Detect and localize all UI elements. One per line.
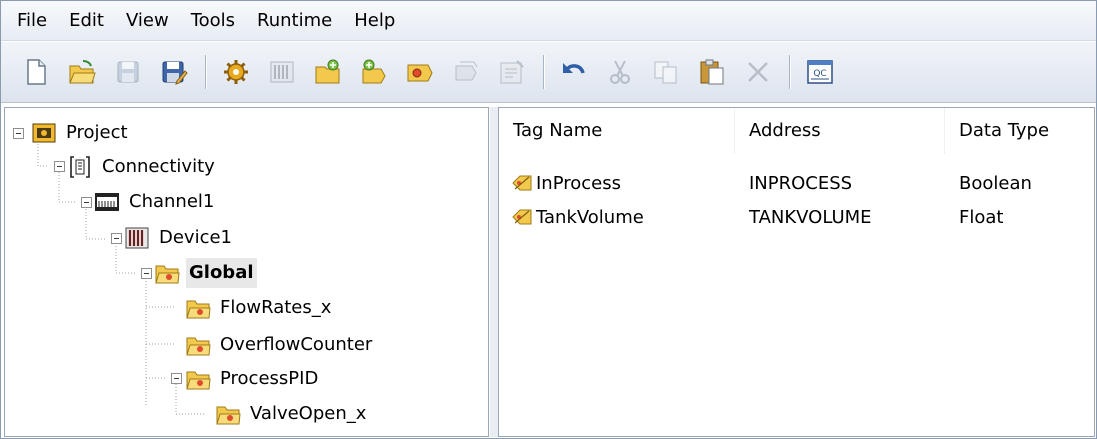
tag-list: Tag Name Address Data Type InProcess INP… [498,107,1095,437]
menu-file[interactable]: File [11,1,58,41]
connectivity-icon [67,154,93,180]
app-window: File Edit View Tools Runtime Help QC Pro… [0,0,1097,439]
properties-button[interactable] [495,55,529,89]
tag-group-folder-icon [185,366,211,392]
channel1-expander[interactable] [81,197,92,208]
tag-name-cell: InProcess [499,173,735,194]
tree-node-label: Global [186,258,257,288]
tree-node-processpid[interactable]: ProcessPID [185,364,321,394]
tree-node-label: Project [66,122,128,143]
quick-client-button[interactable]: QC [803,55,837,89]
menu-edit[interactable]: Edit [58,1,115,41]
table-row[interactable]: InProcess INPROCESS Boolean [499,168,1094,198]
delete-button[interactable] [741,55,775,89]
open-folder-icon [69,60,96,84]
column-header-data-type[interactable]: Data Type [945,108,1094,154]
tree-node-label: Connectivity [102,156,215,177]
tree-node-connectivity[interactable]: Connectivity [67,152,218,182]
tag-icon [512,209,532,225]
tag-name-cell: TankVolume [499,207,735,228]
tag-group-folder-icon [154,260,180,286]
cut-button[interactable] [603,55,637,89]
bulk-tag-icon [407,64,433,82]
tag-name-text: TankVolume [536,206,644,228]
menu-runtime[interactable]: Runtime [246,1,343,41]
delete-icon [748,62,768,82]
new-tag-button[interactable] [357,55,391,89]
menu-bar: File Edit View Tools Runtime Help [1,1,1096,41]
channel-icon [94,189,120,215]
project-icon [31,120,57,146]
tree-node-label: ProcessPID [220,368,319,389]
toolbar: QC [1,42,1096,103]
tree-node-label: Channel1 [129,191,215,212]
device1-expander[interactable] [111,233,122,244]
paste-icon [700,59,724,85]
list-header: Tag Name Address Data Type [499,108,1094,154]
menu-view[interactable]: View [115,1,180,41]
new-icon [27,59,46,85]
new-channel-icon [224,60,248,84]
tree-node-project[interactable]: Project [31,118,131,148]
undo-icon [563,63,585,74]
tree-node-label: OverflowCounter [220,334,373,355]
bulk-tag-button[interactable] [403,55,437,89]
tag-group-folder-icon [185,332,211,358]
tree-node-device1[interactable]: Device1 [124,223,235,253]
duplicate-tag-icon [455,61,478,81]
toolbar-separator [789,55,791,89]
duplicate-tag-button[interactable] [449,55,483,89]
tree-node-label: FlowRates_x [220,297,332,318]
quick-client-icon: QC [807,60,833,84]
column-header-tag-name[interactable]: Tag Name [499,108,735,154]
tag-name-text: InProcess [536,172,621,194]
tag-group-folder-icon [185,295,211,321]
data-type-cell: Float [959,206,1004,228]
new-device-icon [270,61,294,83]
undo-button[interactable] [557,55,591,89]
processpid-expander[interactable] [171,373,182,384]
tree-node-valveopen-x[interactable]: ValveOpen_x [215,399,369,429]
address-cell: TANKVOLUME [749,206,872,228]
save-as-icon [162,61,188,85]
new-device-button[interactable] [265,55,299,89]
save-button[interactable] [111,55,145,89]
toolbar-separator [543,55,545,89]
save-as-button[interactable] [157,55,191,89]
column-header-address[interactable]: Address [735,108,945,154]
new-tag-icon [362,59,386,84]
copy-icon [654,61,677,84]
properties-icon [500,60,524,84]
table-row[interactable]: TankVolume TANKVOLUME Float [499,202,1094,232]
tree-node-global[interactable]: Global [154,258,257,288]
open-button[interactable] [65,55,99,89]
address-cell: INPROCESS [749,172,853,194]
tree-node-overflowcounter[interactable]: OverflowCounter [185,330,375,360]
new-project-button[interactable] [19,55,53,89]
connectivity-expander[interactable] [54,161,65,172]
svg-text:QC: QC [813,69,826,79]
project-tree: Project Connectivity Channel1 Device1 Gl [4,107,489,437]
menu-tools[interactable]: Tools [180,1,246,41]
pane-splitter[interactable] [490,107,498,437]
new-channel-button[interactable] [219,55,253,89]
tag-group-folder-icon [215,401,241,427]
new-tag-group-icon [315,59,340,84]
tree-node-label: ValveOpen_x [250,403,367,424]
tree-node-label: Device1 [159,227,233,248]
global-expander[interactable] [141,268,152,279]
paste-button[interactable] [695,55,729,89]
toolbar-separator [205,55,207,89]
tree-node-channel1[interactable]: Channel1 [94,187,217,217]
data-type-cell: Boolean [959,172,1032,194]
copy-button[interactable] [649,55,683,89]
save-icon [117,61,139,83]
device-icon [124,225,150,251]
tag-icon [512,175,532,191]
cut-icon [610,60,630,84]
tree-node-flowrates-x[interactable]: FlowRates_x [185,293,334,323]
menu-help[interactable]: Help [343,1,406,41]
project-expander[interactable] [13,128,24,139]
new-tag-group-button[interactable] [311,55,345,89]
